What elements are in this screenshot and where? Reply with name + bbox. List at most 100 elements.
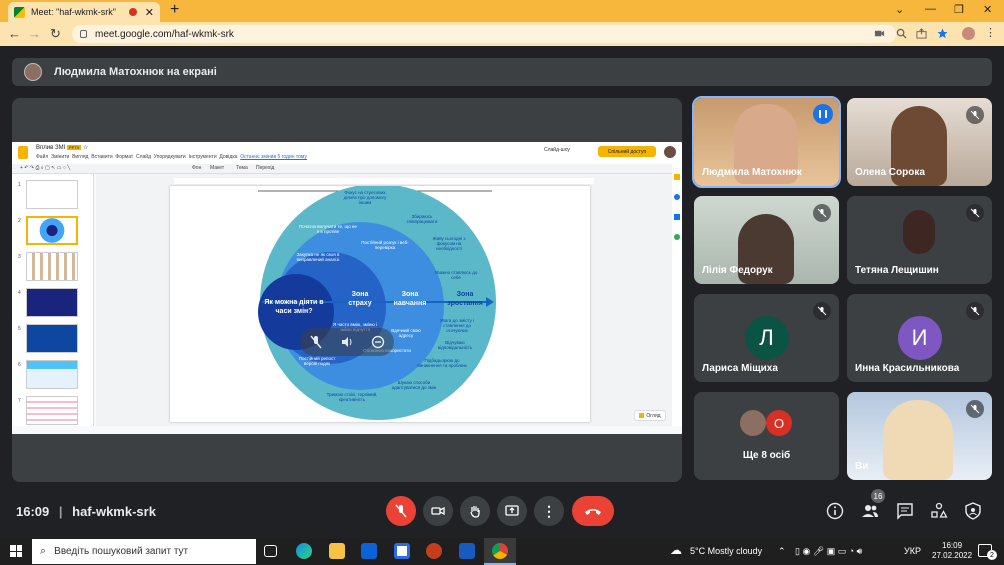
toolbar-tools-icon[interactable]: + ↶ ↷ ⎙ ⌕ ▢ ↖ ▭ ○ ╲ bbox=[20, 165, 70, 171]
participant-tile[interactable]: И Инна Красильникова bbox=[847, 294, 992, 382]
comfort-zones-diagram bbox=[258, 184, 496, 420]
menu-file[interactable]: Файл bbox=[36, 154, 48, 160]
hand-icon bbox=[470, 506, 480, 518]
participant-tile-speaker[interactable]: Людмила Матохнюк bbox=[692, 96, 841, 188]
bookmark-star-icon[interactable] bbox=[937, 28, 948, 39]
tray-chevron-icon[interactable]: ⌃ bbox=[778, 546, 786, 557]
menu-slide[interactable]: Слайд bbox=[136, 154, 151, 160]
camera-toggle-button[interactable] bbox=[423, 496, 453, 526]
weather-text[interactable]: 5°C Mostly cloudy bbox=[690, 546, 762, 556]
participant-initial: О bbox=[766, 410, 792, 436]
present-icon bbox=[505, 505, 519, 516]
raise-hand-button[interactable] bbox=[460, 496, 490, 526]
participant-tile[interactable]: Тетяна Лещишин bbox=[847, 196, 992, 284]
more-options-button[interactable]: ⋮ bbox=[534, 496, 564, 526]
speaking-indicator-icon bbox=[813, 104, 833, 124]
reload-icon[interactable]: ↻ bbox=[50, 26, 61, 42]
activities-icon[interactable] bbox=[930, 502, 948, 520]
input-language[interactable]: УКР bbox=[904, 546, 921, 556]
slide-thumb-7[interactable] bbox=[26, 396, 78, 425]
mail-icon[interactable] bbox=[361, 543, 377, 559]
menu-arrange[interactable]: Упорядкувати bbox=[154, 154, 186, 160]
forward-icon[interactable]: → bbox=[28, 26, 41, 41]
mic-muted-icon bbox=[966, 204, 984, 222]
maps-icon[interactable] bbox=[674, 234, 680, 240]
slideshow-button[interactable]: Слайд-шоу bbox=[544, 147, 570, 153]
menu-help[interactable]: Довідка bbox=[219, 154, 237, 160]
tray-icons[interactable]: ▯ ◉ 🎤︎ ▣ ▭ ◔ 🔊︎ bbox=[795, 546, 862, 557]
slide-thumb-3[interactable] bbox=[26, 252, 78, 281]
menu-insert[interactable]: Вставити bbox=[91, 154, 112, 160]
menu-format[interactable]: Формат bbox=[115, 154, 133, 160]
slide-thumb-1[interactable] bbox=[26, 180, 78, 209]
tasks-icon[interactable] bbox=[674, 194, 680, 200]
more-participants-tile[interactable]: О Ще 8 осіб bbox=[694, 392, 839, 480]
profile-avatar[interactable] bbox=[962, 27, 975, 40]
tab-close-icon[interactable]: ✕ bbox=[145, 6, 154, 19]
powerpoint-icon[interactable] bbox=[426, 543, 442, 559]
self-tile[interactable]: Ви bbox=[847, 392, 992, 480]
word-icon[interactable] bbox=[459, 543, 475, 559]
taskbar-clock[interactable]: 16:09 27.02.2022 bbox=[932, 541, 972, 561]
current-slide[interactable]: Як можна діяти в часи змін? Зона страху … bbox=[170, 184, 590, 422]
slides-user-avatar[interactable] bbox=[664, 146, 676, 158]
zoom-icon[interactable] bbox=[896, 28, 907, 39]
menu-tools[interactable]: Інструменти bbox=[188, 154, 216, 160]
omnibox[interactable]: meet.google.com/haf-wkmk-srk bbox=[72, 25, 896, 43]
present-screen-button[interactable] bbox=[497, 496, 527, 526]
minimize-icon[interactable]: — bbox=[925, 3, 936, 15]
toolbar-theme[interactable]: Тема bbox=[236, 165, 248, 171]
menu-view[interactable]: Вигляд bbox=[72, 154, 88, 160]
menu-edit[interactable]: Змінити bbox=[51, 154, 69, 160]
browser-tab[interactable]: Meet: "haf-wkmk-srk" ✕ bbox=[8, 2, 160, 22]
share-button[interactable]: Спільний доступ bbox=[598, 146, 656, 157]
toolbar-transition[interactable]: Перехід bbox=[256, 165, 274, 171]
mic-off-icon[interactable] bbox=[309, 335, 323, 349]
back-icon[interactable]: ← bbox=[8, 26, 21, 41]
participant-tile[interactable]: Лілія Федорук bbox=[694, 196, 839, 284]
doc-title-text: Вплив ЗМІ bbox=[36, 145, 66, 151]
slides-doc-title: Вплив ЗМІ PPTX ☆ bbox=[36, 145, 89, 151]
contacts-icon[interactable] bbox=[674, 214, 680, 220]
store-icon[interactable] bbox=[394, 543, 410, 559]
edge-icon[interactable] bbox=[296, 543, 312, 559]
new-tab-icon[interactable]: + bbox=[170, 1, 179, 19]
explore-label: Огляд bbox=[646, 412, 661, 419]
remove-presentation-icon[interactable] bbox=[371, 335, 385, 349]
presentation-stage[interactable]: Вплив ЗМІ PPTX ☆ Файл Змінити Вигляд Вст… bbox=[12, 98, 682, 482]
separator: | bbox=[58, 504, 63, 519]
explore-button[interactable]: Огляд bbox=[634, 410, 666, 421]
meeting-details-icon[interactable] bbox=[826, 502, 844, 520]
slide-thumb-2[interactable] bbox=[26, 216, 78, 245]
host-controls-icon[interactable] bbox=[964, 502, 982, 520]
keep-icon[interactable] bbox=[674, 174, 680, 180]
slide-thumb-5[interactable] bbox=[26, 324, 78, 353]
tab-search-chevron-icon[interactable]: ⌄ bbox=[895, 3, 904, 16]
thumb-number: 4 bbox=[18, 290, 21, 296]
taskbar-search[interactable]: ⌕ Введіть пошуковий запит тут bbox=[32, 539, 256, 564]
participant-name: Тетяна Лещишин bbox=[855, 265, 939, 276]
slide-thumb-6[interactable] bbox=[26, 360, 78, 389]
windows-start-icon[interactable] bbox=[10, 545, 22, 557]
slide-thumb-4[interactable] bbox=[26, 288, 78, 317]
people-icon[interactable] bbox=[861, 502, 879, 520]
restore-icon[interactable]: ❐ bbox=[954, 3, 964, 16]
leave-call-button[interactable] bbox=[572, 496, 614, 526]
last-edit-link[interactable]: Останнє змінив 5 годин тому bbox=[240, 154, 307, 160]
camera-icon[interactable] bbox=[874, 28, 885, 39]
participant-name: Инна Красильникова bbox=[855, 363, 960, 374]
participant-tile[interactable]: Л Лариса Міщиха bbox=[694, 294, 839, 382]
participant-tile[interactable]: Олена Сорока bbox=[847, 98, 992, 186]
speaker-icon[interactable] bbox=[340, 335, 354, 349]
toolbar-layout[interactable]: Макет bbox=[210, 165, 224, 171]
zone-text: Тримаю стоікі, терпімий, креативність bbox=[326, 392, 378, 402]
browser-menu-icon[interactable]: ⋮ bbox=[985, 26, 996, 39]
zone-text: Відчуваю відповідальність bbox=[437, 340, 473, 350]
close-window-icon[interactable]: ✕ bbox=[983, 3, 992, 16]
share-icon[interactable] bbox=[916, 28, 927, 39]
file-explorer-icon[interactable] bbox=[329, 543, 345, 559]
mic-toggle-button[interactable] bbox=[386, 496, 416, 526]
chat-icon[interactable] bbox=[896, 502, 914, 520]
toolbar-background[interactable]: Фон bbox=[192, 165, 201, 171]
task-view-icon[interactable] bbox=[264, 545, 277, 557]
